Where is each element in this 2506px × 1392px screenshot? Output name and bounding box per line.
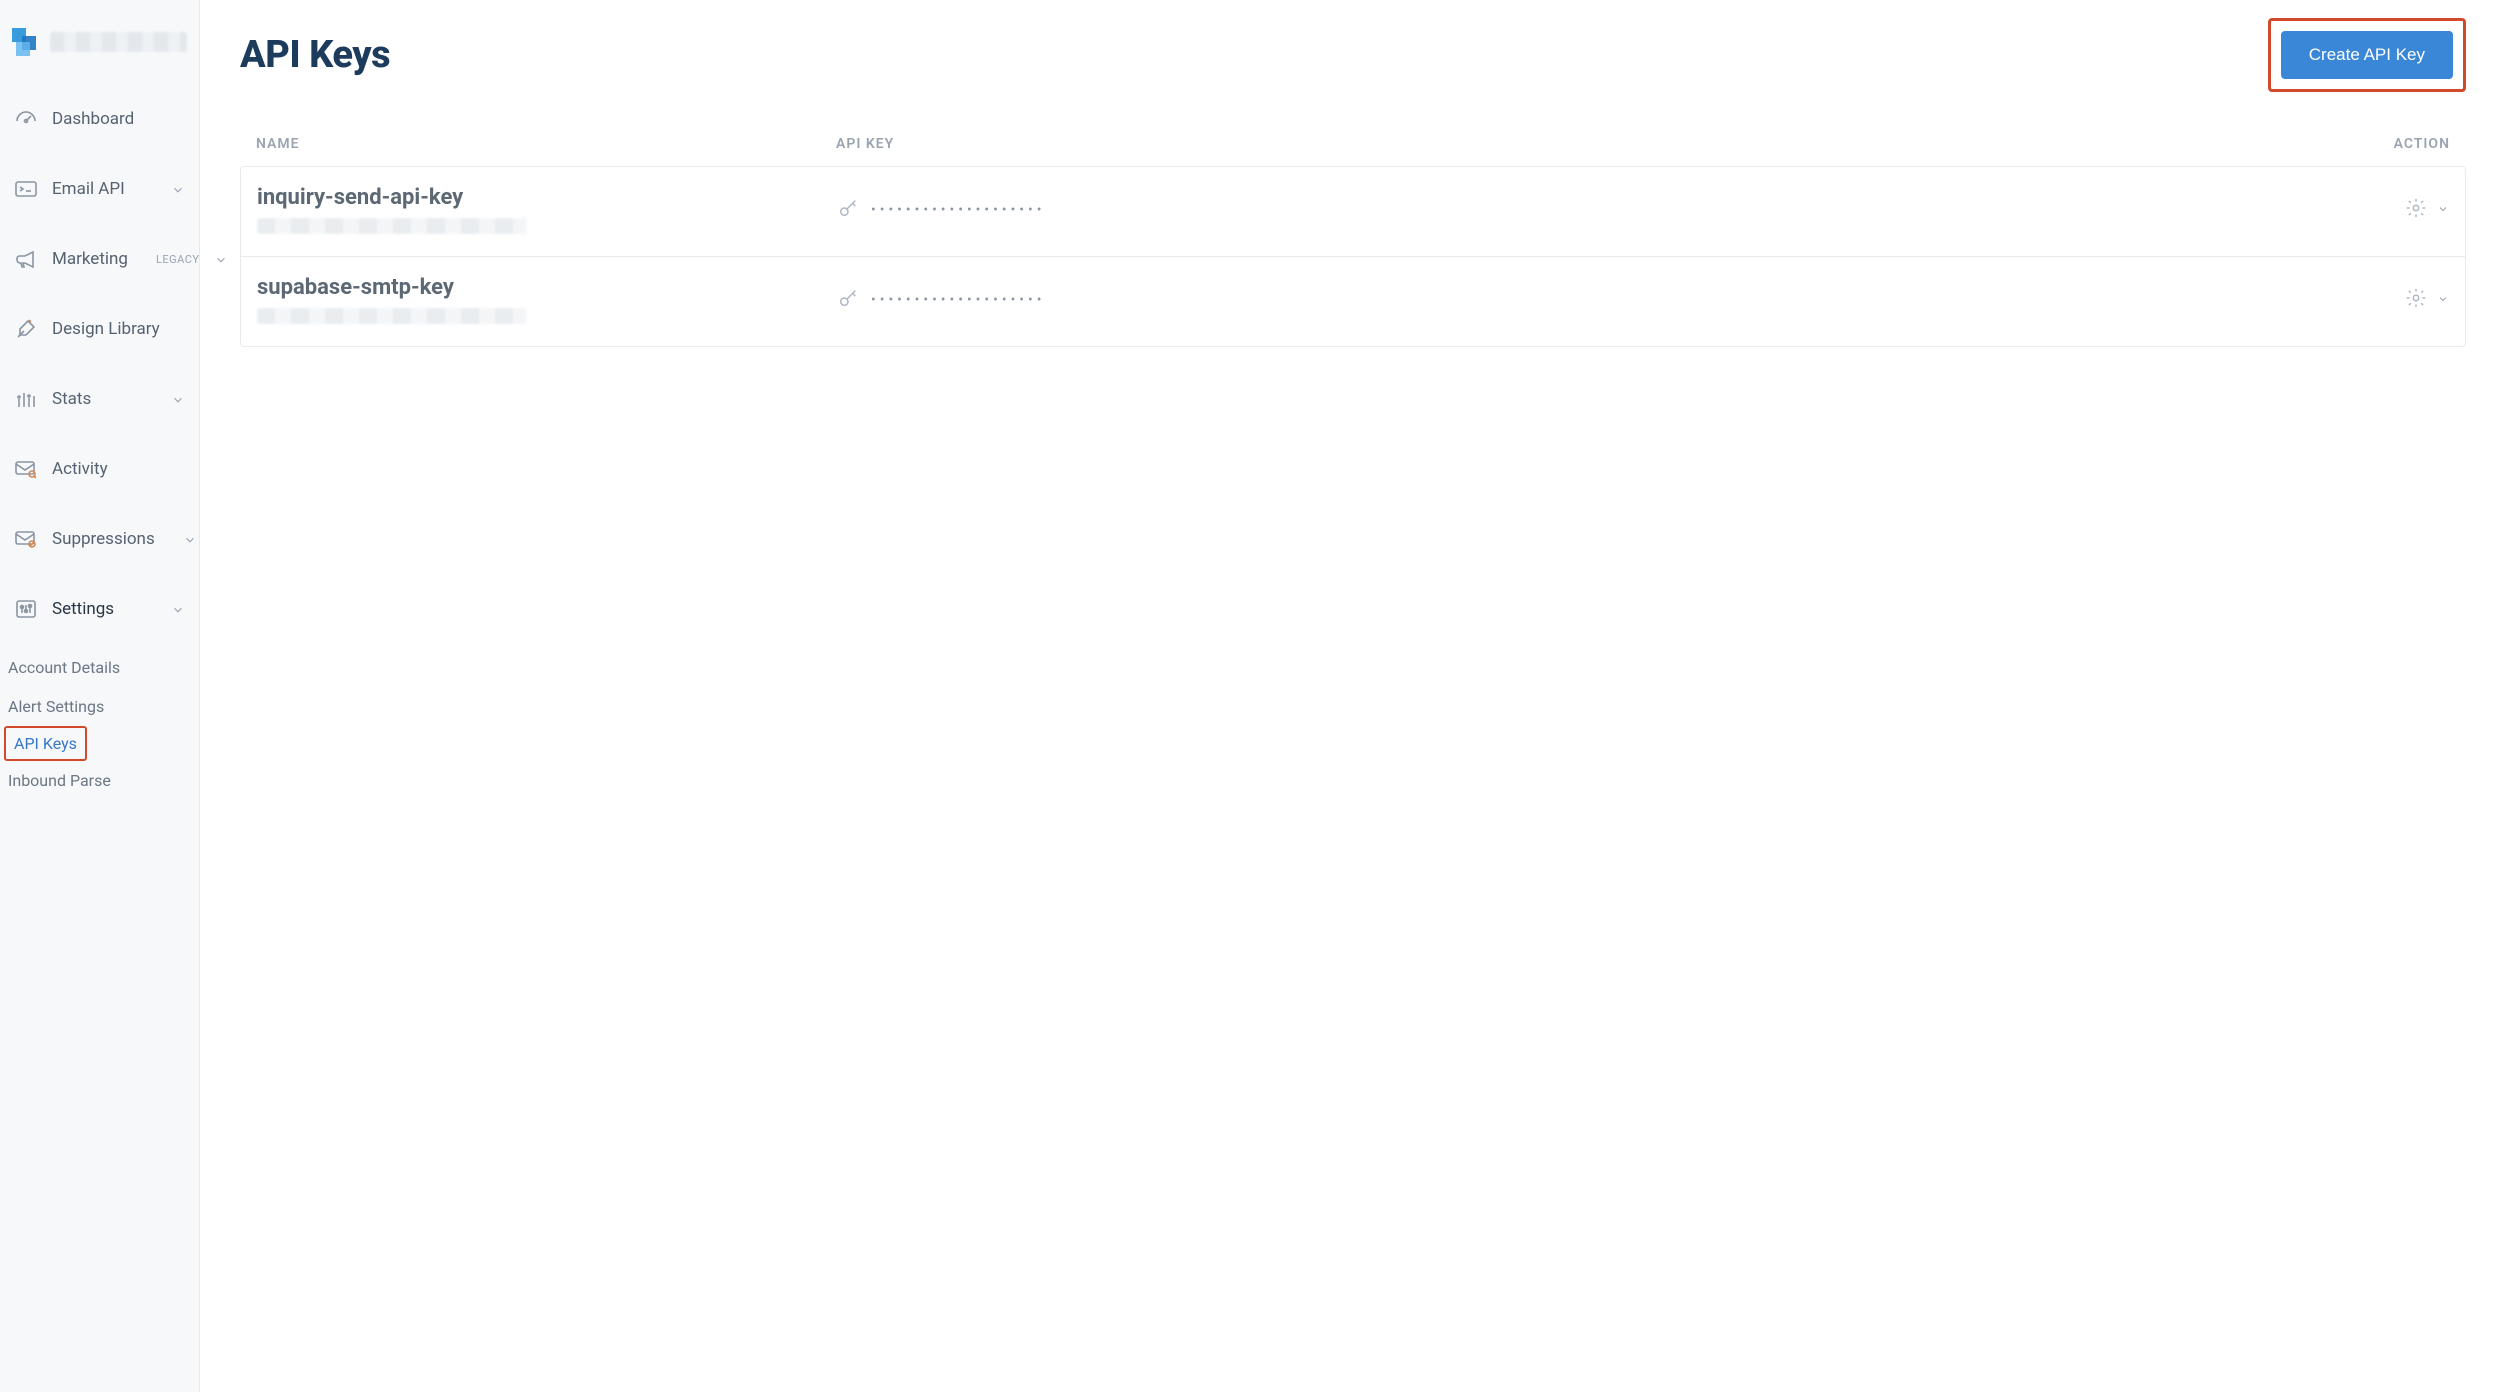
api-key-masked: •••••••••••••••••••• (871, 202, 1045, 218)
api-key-id-redacted (257, 308, 527, 324)
bar-chart-icon (14, 387, 38, 411)
sidebar-item-label: Activity (52, 459, 108, 479)
chevron-down-icon[interactable] (2437, 290, 2449, 309)
column-header-action: ACTION (2330, 136, 2450, 152)
create-button-highlight: Create API Key (2268, 18, 2466, 92)
api-key-name: inquiry-send-api-key (257, 185, 837, 210)
api-keys-table: inquiry-send-api-key •••••••••••••••••••… (240, 166, 2466, 347)
settings-icon (14, 597, 38, 621)
sidebar-item-label: Settings (52, 599, 114, 619)
brand-logo (0, 28, 199, 84)
sidebar-subitem-account-details[interactable]: Account Details (4, 648, 124, 687)
key-icon (837, 197, 859, 223)
sidebar-item-label: Email API (52, 179, 125, 199)
create-api-key-button[interactable]: Create API Key (2281, 31, 2453, 79)
design-icon (14, 317, 38, 341)
chevron-down-icon (171, 392, 185, 406)
sidebar-item-label: Suppressions (52, 529, 155, 549)
mail-search-icon (14, 457, 38, 481)
sidebar-item-settings[interactable]: Settings (0, 574, 199, 644)
chevron-down-icon[interactable] (2437, 200, 2449, 219)
chevron-down-icon (171, 182, 185, 196)
page-title: API Keys (240, 33, 390, 77)
table-row: supabase-smtp-key •••••••••••••••••••• (241, 257, 2465, 346)
gear-icon[interactable] (2405, 287, 2427, 313)
sidebar-subitem-api-keys[interactable]: API Keys (4, 726, 87, 761)
sidebar-item-activity[interactable]: Activity (0, 434, 199, 504)
main-content: API Keys Create API Key NAME API KEY ACT… (200, 0, 2506, 1392)
sidebar-subitem-alert-settings[interactable]: Alert Settings (4, 687, 108, 726)
api-key-masked: •••••••••••••••••••• (871, 292, 1045, 308)
sidebar-item-suppressions[interactable]: Suppressions (0, 504, 199, 574)
gear-icon[interactable] (2405, 197, 2427, 223)
table-header: NAME API KEY ACTION (240, 122, 2466, 166)
sidebar-item-email-api[interactable]: Email API (0, 154, 199, 224)
sidebar-item-label: Dashboard (52, 109, 134, 129)
logo-icon (12, 28, 40, 56)
sidebar-item-dashboard[interactable]: Dashboard (0, 84, 199, 154)
column-header-name: NAME (256, 136, 836, 152)
sidebar-item-label: Design Library (52, 319, 160, 339)
api-key-name: supabase-smtp-key (257, 275, 837, 300)
legacy-badge: LEGACY (156, 251, 200, 268)
brand-name-redacted (50, 32, 187, 52)
api-key-id-redacted (257, 218, 527, 234)
column-header-apikey: API KEY (836, 136, 2330, 152)
sidebar-nav: Dashboard Email API Marketing LEGACY (0, 84, 199, 810)
mail-block-icon (14, 527, 38, 551)
gauge-icon (14, 107, 38, 131)
sidebar-item-marketing[interactable]: Marketing LEGACY (0, 224, 199, 294)
table-row: inquiry-send-api-key •••••••••••••••••••… (241, 167, 2465, 257)
terminal-icon (14, 177, 38, 201)
sidebar-settings-submenu: Account Details Alert Settings API Keys … (0, 644, 199, 810)
sidebar-item-design-library[interactable]: Design Library (0, 294, 199, 364)
sidebar-item-stats[interactable]: Stats (0, 364, 199, 434)
chevron-down-icon (183, 532, 197, 546)
page-header: API Keys Create API Key (240, 18, 2466, 122)
chevron-down-icon (171, 602, 185, 616)
key-icon (837, 287, 859, 313)
sidebar-item-label: Stats (52, 389, 91, 409)
megaphone-icon (14, 247, 38, 271)
sidebar-item-label: Marketing (52, 249, 128, 269)
sidebar: Dashboard Email API Marketing LEGACY (0, 0, 200, 1392)
sidebar-subitem-inbound-parse[interactable]: Inbound Parse (4, 761, 115, 800)
